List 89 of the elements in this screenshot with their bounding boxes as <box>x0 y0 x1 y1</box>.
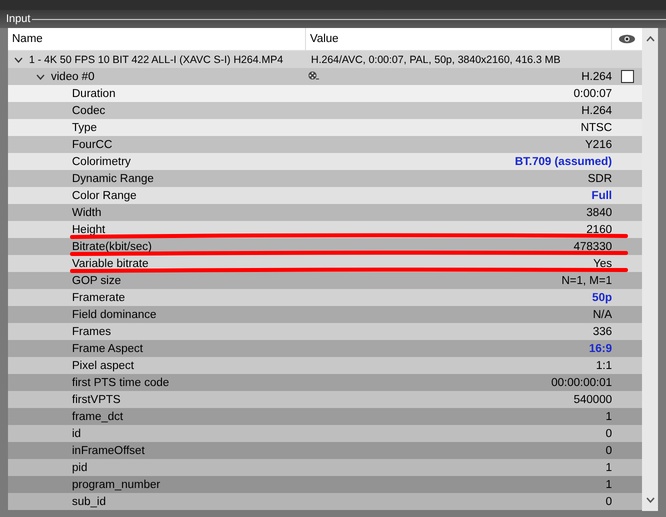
column-header[interactable]: Value <box>306 28 612 50</box>
property-name: Colorimetry <box>71 156 132 168</box>
file-summary: H.264/AVC, 0:00:07, PAL, 50p, 3840x2160, 416.3 MB <box>310 54 562 66</box>
property-name: program_number <box>71 478 162 490</box>
scrollbar[interactable] <box>642 28 658 511</box>
property-value: NTSC <box>580 122 612 134</box>
property-name: GOP size <box>71 274 122 286</box>
eye-icon[interactable] <box>618 34 636 44</box>
property-name: Dynamic Range <box>71 172 155 184</box>
property-name: Frame Aspect <box>71 342 144 354</box>
property-row[interactable]: Frames 336 <box>8 323 642 340</box>
scroll-up-icon[interactable] <box>646 36 654 42</box>
property-name: id <box>71 428 82 440</box>
property-value: 1 <box>604 478 612 490</box>
property-name: Bitrate(kbit/sec) <box>71 240 153 252</box>
property-row[interactable]: Colorimetry BT.709 (assumed) <box>8 153 642 170</box>
property-name: Width <box>71 206 102 218</box>
property-name: pid <box>71 462 88 474</box>
property-value: 0 <box>604 444 612 456</box>
property-row[interactable]: Codec H.264 <box>8 102 642 119</box>
property-name: Pixel aspect <box>71 360 136 372</box>
property-row[interactable]: Dynamic Range SDR <box>8 170 642 187</box>
property-value: 540000 <box>572 394 612 406</box>
caret-icon[interactable] <box>36 74 45 80</box>
property-name: Framerate <box>71 292 126 304</box>
property-value: 3840 <box>585 206 612 218</box>
property-value: N=1, M=1 <box>560 274 612 286</box>
film-reel-icon[interactable] <box>308 70 319 80</box>
property-value: Yes <box>592 258 612 270</box>
property-value: 1 <box>604 410 612 422</box>
property-name: sub_id <box>71 496 107 508</box>
property-name: frame_dct <box>71 410 124 422</box>
property-row[interactable]: GOP size N=1, M=1 <box>8 272 642 289</box>
property-row[interactable]: sub_id 0 <box>8 493 642 510</box>
property-name: first PTS time code <box>71 376 170 388</box>
property-name: Codec <box>71 104 106 116</box>
property-value: 1:1 <box>595 360 612 372</box>
property-row[interactable]: first PTS time code 00:00:00:01 <box>8 374 642 391</box>
property-row[interactable]: firstVPTS 540000 <box>8 391 642 408</box>
property-row[interactable]: Frame Aspect 16:9 <box>8 340 642 357</box>
property-row[interactable]: Pixel aspect 1:1 <box>8 357 642 374</box>
property-name: firstVPTS <box>71 394 122 406</box>
property-row[interactable]: Framerate 50p <box>8 289 642 306</box>
property-row[interactable]: Field dominance N/A <box>8 306 642 323</box>
property-value: 0 <box>604 496 612 508</box>
property-row[interactable]: id 0 <box>8 425 642 442</box>
property-value: 0:00:07 <box>572 88 612 100</box>
property-value: 336 <box>592 326 612 338</box>
caret-icon[interactable] <box>14 56 23 62</box>
property-name: Type <box>71 122 98 134</box>
property-value: H.264 <box>580 104 612 116</box>
property-name: Height <box>71 224 106 236</box>
property-row[interactable]: frame_dct 1 <box>8 408 642 425</box>
property-row[interactable]: Type NTSC <box>8 119 642 136</box>
property-value: N/A <box>592 308 612 320</box>
property-name: Field dominance <box>71 308 158 320</box>
column-header[interactable]: Name <box>8 28 306 50</box>
property-row[interactable]: Color Range Full <box>8 187 642 204</box>
property-value: 2160 <box>585 224 612 236</box>
stream-codec: H.264 <box>580 70 612 82</box>
property-row[interactable]: Duration 0:00:07 <box>8 85 642 102</box>
stream-row[interactable]: video #0 H.264 <box>8 68 642 85</box>
stream-name: video #0 <box>51 70 94 82</box>
property-value: 0 <box>604 428 612 440</box>
property-value: BT.709 (assumed) <box>514 156 612 168</box>
property-row[interactable]: program_number 1 <box>8 476 642 493</box>
scroll-down-icon[interactable] <box>646 497 654 503</box>
property-row[interactable]: pid 1 <box>8 459 642 476</box>
group-title: Input <box>5 13 32 25</box>
property-name: inFrameOffset <box>71 444 146 456</box>
property-value: SDR <box>586 172 612 184</box>
property-value: 50p <box>591 292 612 304</box>
property-row[interactable]: inFrameOffset 0 <box>8 442 642 459</box>
property-row[interactable]: FourCC Y216 <box>8 136 642 153</box>
property-value: 16:9 <box>588 342 612 354</box>
property-name: Frames <box>71 326 112 338</box>
file-row[interactable]: 1 - 4K 50 FPS 10 BIT 422 ALL-I (XAVC S-I) H264.MP4 H.264/AVC, 0:00:07, PAL, 50p, 3840x2160, 416.3 MB <box>8 51 642 68</box>
property-value: 00:00:00:01 <box>550 376 612 388</box>
property-value: Y216 <box>584 138 612 150</box>
property-row[interactable]: Width 3840 <box>8 204 642 221</box>
property-value: Full <box>590 190 612 202</box>
property-value: 478330 <box>572 240 612 252</box>
checkbox[interactable] <box>620 70 634 83</box>
property-name: Variable bitrate <box>71 258 150 270</box>
property-name: Color Range <box>71 190 138 202</box>
property-name: FourCC <box>71 138 114 150</box>
property-value: 1 <box>604 462 612 474</box>
file-name: 1 - 4K 50 FPS 10 BIT 422 ALL-I (XAVC S-I) H264.MP4 <box>29 54 284 66</box>
property-name: Duration <box>71 88 116 100</box>
